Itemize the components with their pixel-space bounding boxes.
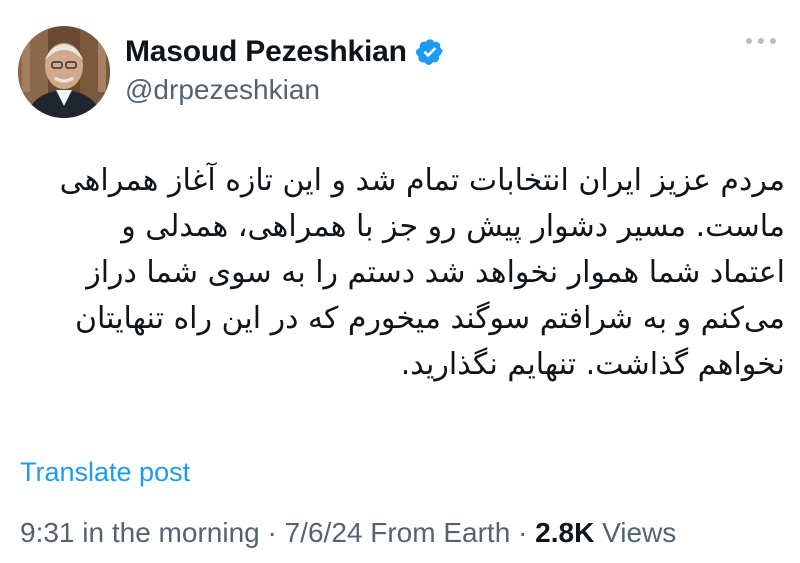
verified-badge-icon bbox=[415, 37, 445, 67]
views-count: 2.8K bbox=[535, 517, 595, 548]
author-handle[interactable]: @drpezeshkian bbox=[125, 74, 320, 106]
author-display-name[interactable]: Masoud Pezeshkian bbox=[125, 35, 407, 69]
translate-post-link[interactable]: Translate post bbox=[20, 457, 190, 488]
post-text-line: می‌کنم و به شرافتم سوگند میخورم که در ای… bbox=[74, 301, 785, 336]
meta-separator: · bbox=[259, 517, 285, 548]
post-text-line: اعتماد شما هموار نخواهد شد دستم را به سو… bbox=[86, 255, 785, 290]
post-text: مردم عزیز ایران انتخابات تمام شد و این ت… bbox=[20, 158, 785, 388]
post-time[interactable]: 9:31 in the morning bbox=[20, 517, 260, 548]
post-text-line: مردم عزیز ایران انتخابات تمام شد و این ت… bbox=[59, 163, 785, 198]
post-text-line: ماست. مسیر دشوار پیش رو جز با همراهی، هم… bbox=[121, 209, 785, 244]
post-date[interactable]: 7/6/24 bbox=[285, 517, 363, 548]
post-text-line: نخواهم گذاشت. تنهایم نگذارید. bbox=[400, 347, 785, 382]
avatar-image bbox=[18, 26, 110, 118]
tweet-card: Masoud Pezeshkian @drpezeshkian مردم عزی… bbox=[0, 0, 800, 563]
views-label: Views bbox=[594, 517, 677, 548]
post-source: From Earth bbox=[362, 517, 511, 548]
meta-separator: · bbox=[510, 517, 536, 548]
avatar[interactable] bbox=[18, 26, 110, 118]
author-name-row: Masoud Pezeshkian bbox=[125, 30, 445, 74]
more-options-icon[interactable] bbox=[746, 38, 776, 44]
post-meta: 9:31 in the morning · 7/6/24 From Earth … bbox=[20, 517, 676, 549]
